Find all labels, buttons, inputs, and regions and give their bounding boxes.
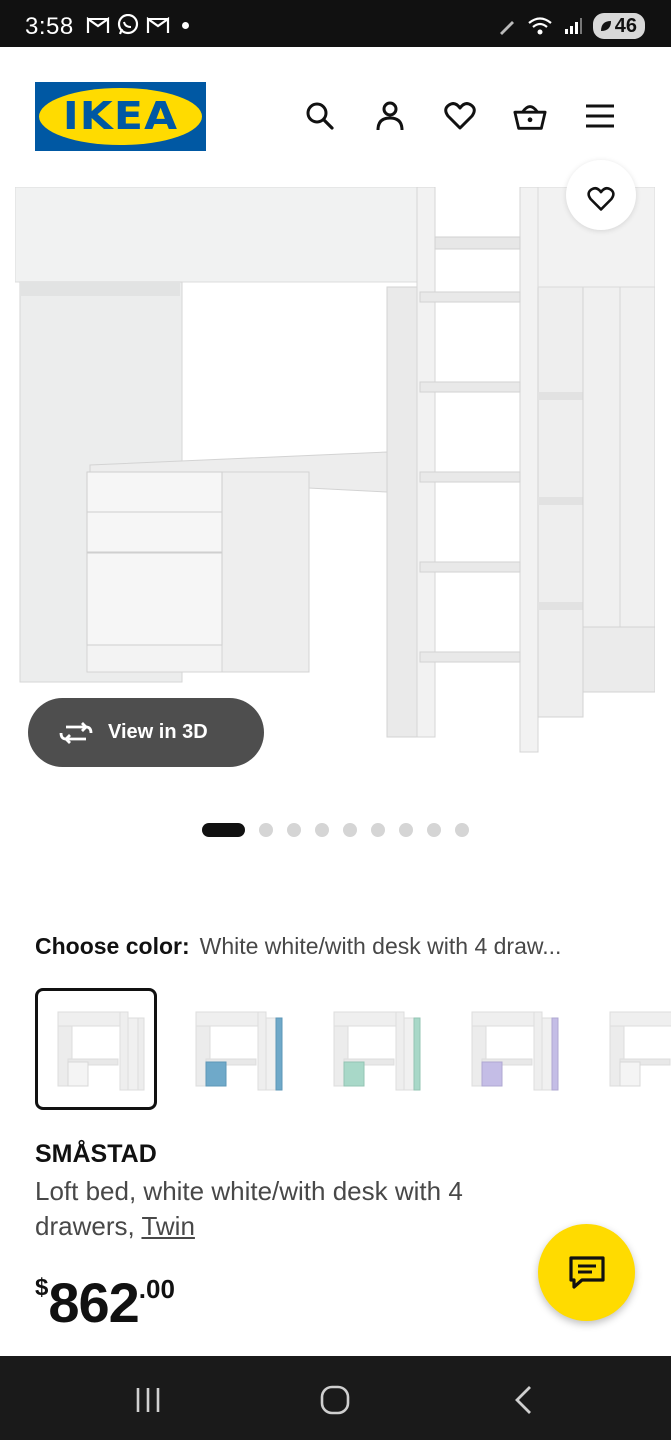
back-button[interactable] [503, 1382, 543, 1418]
battery-indicator: 46 [592, 13, 645, 39]
price-decimal: .00 [138, 1274, 175, 1304]
status-time: 3:58 [25, 13, 74, 40]
swatch-thumbnail [195, 1011, 283, 1091]
swatch-thumbnail [609, 1011, 671, 1087]
chat-button[interactable] [538, 1224, 635, 1321]
status-right: 46 [497, 13, 645, 39]
menu-icon[interactable] [583, 99, 617, 133]
pagination-dot[interactable] [315, 823, 329, 837]
price-main: 862 [48, 1271, 139, 1334]
color-swatches [35, 988, 671, 1110]
color-swatch-lilac[interactable] [449, 988, 571, 1110]
product-name: SMÅSTAD [35, 1140, 157, 1168]
product-description-text: Loft bed, white white/with desk with 4 d… [35, 1176, 463, 1241]
pagination-dot[interactable] [427, 823, 441, 837]
product-price: $862.00 [35, 1270, 175, 1335]
save-to-list-button[interactable] [566, 160, 636, 230]
heart-icon [587, 186, 615, 211]
whatsapp-icon [117, 14, 139, 35]
basket-icon[interactable] [513, 99, 547, 133]
selected-color-value: White white/with desk with 4 draw... [199, 933, 562, 959]
pagination-dot[interactable] [371, 823, 385, 837]
site-header: IKEA [0, 47, 671, 187]
gmail-icon [86, 16, 110, 33]
ikea-logo[interactable]: IKEA [35, 82, 206, 151]
color-swatch-blue[interactable] [173, 988, 295, 1110]
leaf-icon [600, 21, 611, 31]
product-description: Loft bed, white white/with desk with 4 d… [35, 1174, 555, 1244]
product-image[interactable] [15, 187, 655, 787]
gmail-icon [146, 16, 170, 33]
more-notifications-dot [182, 21, 189, 29]
image-pagination [202, 823, 483, 837]
signal-icon [564, 18, 582, 34]
view-in-3d-label: View in 3D [108, 721, 208, 743]
pagination-dot[interactable] [455, 823, 469, 837]
recent-apps-button[interactable] [128, 1382, 168, 1418]
search-icon[interactable] [303, 99, 337, 133]
rotate-3d-icon [59, 721, 93, 744]
account-icon[interactable] [373, 99, 407, 133]
heart-icon[interactable] [443, 99, 477, 133]
pagination-dot[interactable] [343, 823, 357, 837]
chat-icon [568, 1255, 605, 1289]
color-swatch-mint[interactable] [311, 988, 433, 1110]
color-chooser-heading: Choose color: White white/with desk with … [35, 933, 645, 960]
battery-level: 46 [614, 14, 637, 37]
price-currency: $ [35, 1274, 49, 1301]
loft-bed-image [15, 187, 655, 753]
system-nav-bar [0, 1356, 671, 1440]
home-icon [320, 1385, 350, 1415]
swatch-thumbnail [471, 1011, 559, 1091]
choose-color-label: Choose color: [35, 933, 190, 959]
home-button[interactable] [315, 1382, 355, 1418]
back-icon [515, 1386, 531, 1414]
pagination-dot[interactable] [399, 823, 413, 837]
color-swatch-white[interactable] [35, 988, 157, 1110]
logo-text: IKEA [62, 94, 179, 138]
color-swatch-white-alt[interactable] [587, 988, 671, 1110]
view-in-3d-button[interactable]: View in 3D [28, 698, 264, 767]
pagination-dot[interactable] [259, 823, 273, 837]
size-link[interactable]: Twin [141, 1211, 194, 1241]
pagination-dot-active[interactable] [202, 823, 245, 837]
status-bar: 3:58 46 [0, 0, 671, 47]
recent-apps-icon [136, 1388, 160, 1412]
pen-icon [499, 21, 514, 35]
header-actions [303, 99, 617, 133]
notification-icons [86, 14, 189, 36]
swatch-thumbnail [57, 1011, 145, 1091]
pagination-dot[interactable] [287, 823, 301, 837]
wifi-icon [528, 17, 552, 35]
swatch-thumbnail [333, 1011, 421, 1091]
